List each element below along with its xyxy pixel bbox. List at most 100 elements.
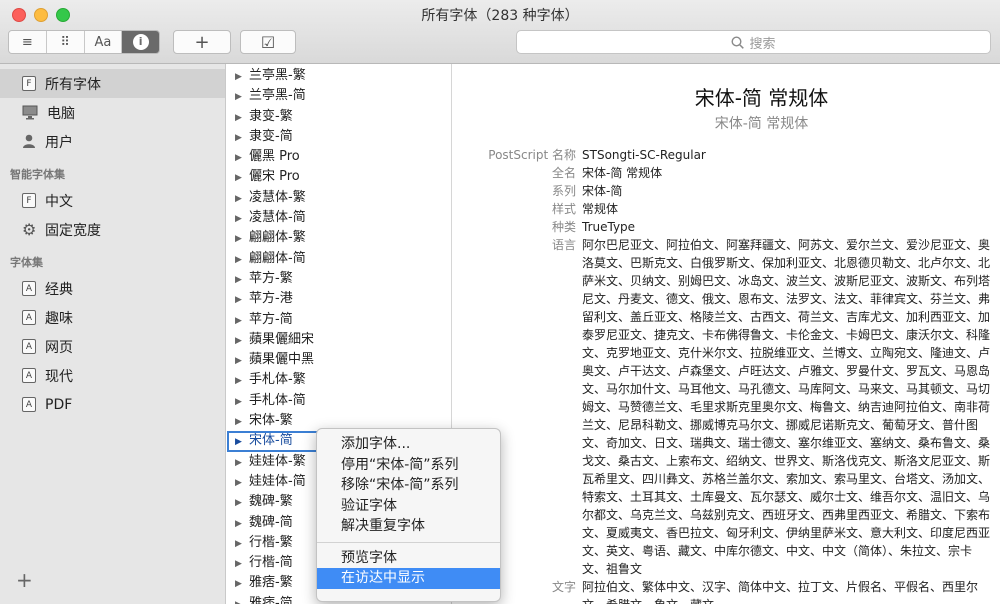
collections-header: 字体集 — [10, 256, 43, 269]
disclosure-triangle-icon[interactable]: ▶ — [235, 87, 249, 107]
info-view-icon[interactable]: i — [122, 31, 159, 53]
disclosure-triangle-icon[interactable]: ▶ — [235, 250, 249, 270]
font-family-row[interactable]: ▶ 凌慧体-简 — [227, 208, 451, 228]
font-family-label: 翩翩体-简 — [249, 250, 306, 266]
disclosure-triangle-icon[interactable]: ▶ — [235, 412, 249, 432]
font-family-row[interactable]: ▶ 蘋果儷細宋 — [227, 330, 451, 350]
disclosure-triangle-icon[interactable]: ▶ — [235, 453, 249, 473]
sample-view-button[interactable]: Aa — [84, 31, 123, 53]
add-collection-button[interactable]: + — [16, 568, 33, 592]
property-row: 种类 TrueType — [473, 218, 995, 236]
property-row: 全名 宋体-简 常规体 — [473, 164, 995, 182]
menu-separator — [317, 541, 500, 543]
property-row: 系列 宋体-简 — [473, 182, 995, 200]
context-menu-item[interactable]: 验证字体 — [317, 496, 500, 517]
add-font-button[interactable]: + — [173, 30, 231, 54]
disclosure-triangle-icon[interactable]: ▶ — [235, 574, 249, 594]
font-family-row[interactable]: ▶ 凌慧体-繁 — [227, 188, 451, 208]
disclosure-triangle-icon[interactable]: ▶ — [235, 392, 249, 412]
font-properties: PostScript 名称 STSongti-SC-Regular 全名 宋体-简 常… — [473, 146, 995, 604]
disclosure-triangle-icon[interactable]: ▶ — [235, 514, 249, 534]
font-family-label: 兰亭黑-简 — [249, 88, 306, 104]
disclosure-triangle-icon[interactable]: ▶ — [235, 493, 249, 513]
grid-view-icon[interactable]: ⠿ — [46, 31, 85, 53]
property-key: 种类 — [551, 220, 576, 234]
sidebar-item-fun[interactable]: A 趣味 — [0, 303, 225, 332]
disclosure-triangle-icon[interactable]: ▶ — [235, 371, 249, 391]
font-family-label: 手札体-简 — [249, 392, 306, 408]
list-view-icon[interactable]: ≡ — [9, 31, 47, 53]
sidebar-item-web[interactable]: A 网页 — [0, 332, 225, 361]
font-family-row[interactable]: ▶ 隶变-简 — [227, 127, 451, 147]
disclosure-triangle-icon[interactable]: ▶ — [235, 108, 249, 128]
disclosure-triangle-icon[interactable]: ▶ — [235, 229, 249, 249]
sidebar-item-chinese[interactable]: F 中文 — [0, 186, 225, 215]
font-family-label: 苹方-港 — [249, 291, 293, 307]
font-family-row[interactable]: ▶ 苹方-简 — [227, 310, 451, 330]
title-bar: 所有字体（283 种字体） ≡ ⠿ Aa i + ☑ 搜索 — [0, 0, 1000, 64]
font-family-row[interactable]: ▶ 苹方-港 — [227, 289, 451, 309]
property-row: 语言 阿尔巴尼亚文、阿拉伯文、阿塞拜疆文、阿苏文、爱尔兰文、爱沙尼亚文、奥洛莫文、… — [473, 236, 995, 578]
property-value: 宋体-简 — [582, 184, 623, 198]
sidebar-item-pdf[interactable]: A PDF — [0, 390, 225, 419]
font-family-row[interactable]: ▶ 手札体-简 — [227, 391, 451, 411]
font-family-row[interactable]: ▶ 蘋果儷中黑 — [227, 350, 451, 370]
disclosure-triangle-icon[interactable]: ▶ — [235, 209, 249, 229]
font-family-label: 儷黑 Pro — [249, 149, 300, 165]
disclosure-triangle-icon[interactable]: ▶ — [235, 290, 249, 310]
font-collection-icon: F — [22, 193, 36, 208]
font-family-row[interactable]: ▶ 儷黑 Pro — [227, 147, 451, 167]
sidebar-item-fixed-width[interactable]: ⚙ 固定宽度 — [0, 215, 225, 244]
disclosure-triangle-icon[interactable]: ▶ — [235, 189, 249, 209]
disclosure-triangle-icon[interactable]: ▶ — [235, 331, 249, 351]
sidebar-item-modern[interactable]: A 现代 — [0, 361, 225, 390]
context-menu-item[interactable]: 在访达中显示 — [317, 568, 500, 589]
sidebar-item-classic[interactable]: A 经典 — [0, 274, 225, 303]
window-title: 所有字体（283 种字体） — [421, 8, 579, 24]
disclosure-triangle-icon[interactable]: ▶ — [235, 432, 249, 452]
disclosure-triangle-icon[interactable]: ▶ — [235, 148, 249, 168]
context-menu-item[interactable]: 移除“宋体-简”系列 — [317, 475, 500, 496]
font-family-label: 儷宋 Pro — [249, 169, 300, 185]
disclosure-triangle-icon[interactable]: ▶ — [235, 554, 249, 574]
disclosure-triangle-icon[interactable]: ▶ — [235, 270, 249, 290]
disclosure-triangle-icon[interactable]: ▶ — [235, 351, 249, 371]
property-value: 宋体-简 常规体 — [582, 166, 663, 180]
search-placeholder: 搜索 — [749, 36, 776, 52]
search-icon — [731, 35, 745, 49]
font-family-label: 娃娃体-繁 — [249, 453, 306, 469]
context-menu-item[interactable]: 预览字体 — [317, 548, 500, 569]
font-family-row[interactable]: ▶ 隶变-繁 — [227, 107, 451, 127]
font-family-row[interactable]: ▶ 翩翩体-简 — [227, 249, 451, 269]
disclosure-triangle-icon[interactable]: ▶ — [235, 595, 249, 604]
font-family-label: 雅痞-简 — [249, 595, 293, 604]
font-family-label: 蘋果儷中黑 — [249, 352, 315, 368]
disclosure-triangle-icon[interactable]: ▶ — [235, 473, 249, 493]
font-family-label: 苹方-繁 — [249, 270, 293, 286]
disclosure-triangle-icon[interactable]: ▶ — [235, 67, 249, 87]
font-family-row[interactable]: ▶ 翩翩体-繁 — [227, 228, 451, 248]
font-family-row[interactable]: ▶ 苹方-繁 — [227, 269, 451, 289]
font-family-row[interactable]: ▶ 儷宋 Pro — [227, 167, 451, 187]
search-input[interactable]: 搜索 — [516, 30, 991, 54]
context-menu-item[interactable]: 添加字体... — [317, 434, 500, 455]
validate-fonts-button[interactable]: ☑ — [240, 30, 296, 54]
font-family-label: 手札体-繁 — [249, 372, 306, 388]
smart-collections-header: 智能字体集 — [10, 168, 65, 181]
disclosure-triangle-icon[interactable]: ▶ — [235, 168, 249, 188]
font-info-panel: 宋体-简 常规体 宋体-简 常规体 PostScript 名称 STSongti-… — [453, 64, 1000, 604]
sidebar-item-user[interactable]: 用户 — [0, 127, 225, 156]
font-family-row[interactable]: ▶ 兰亭黑-简 — [227, 86, 451, 106]
property-value: 常规体 — [582, 202, 619, 216]
disclosure-triangle-icon[interactable]: ▶ — [235, 311, 249, 331]
font-family-row[interactable]: ▶ 手札体-繁 — [227, 370, 451, 390]
disclosure-triangle-icon[interactable]: ▶ — [235, 128, 249, 148]
context-menu-item[interactable]: 停用“宋体-简”系列 — [317, 455, 500, 476]
property-row: PostScript 名称 STSongti-SC-Regular — [473, 146, 995, 164]
font-family-label: 凌慧体-简 — [249, 210, 306, 226]
sidebar-item-all-fonts[interactable]: F 所有字体 — [0, 69, 225, 98]
disclosure-triangle-icon[interactable]: ▶ — [235, 534, 249, 554]
sidebar-item-computer[interactable]: 电脑 — [0, 98, 225, 127]
context-menu-item[interactable]: 解决重复字体 — [317, 516, 500, 537]
font-family-row[interactable]: ▶ 兰亭黑-繁 — [227, 66, 451, 86]
